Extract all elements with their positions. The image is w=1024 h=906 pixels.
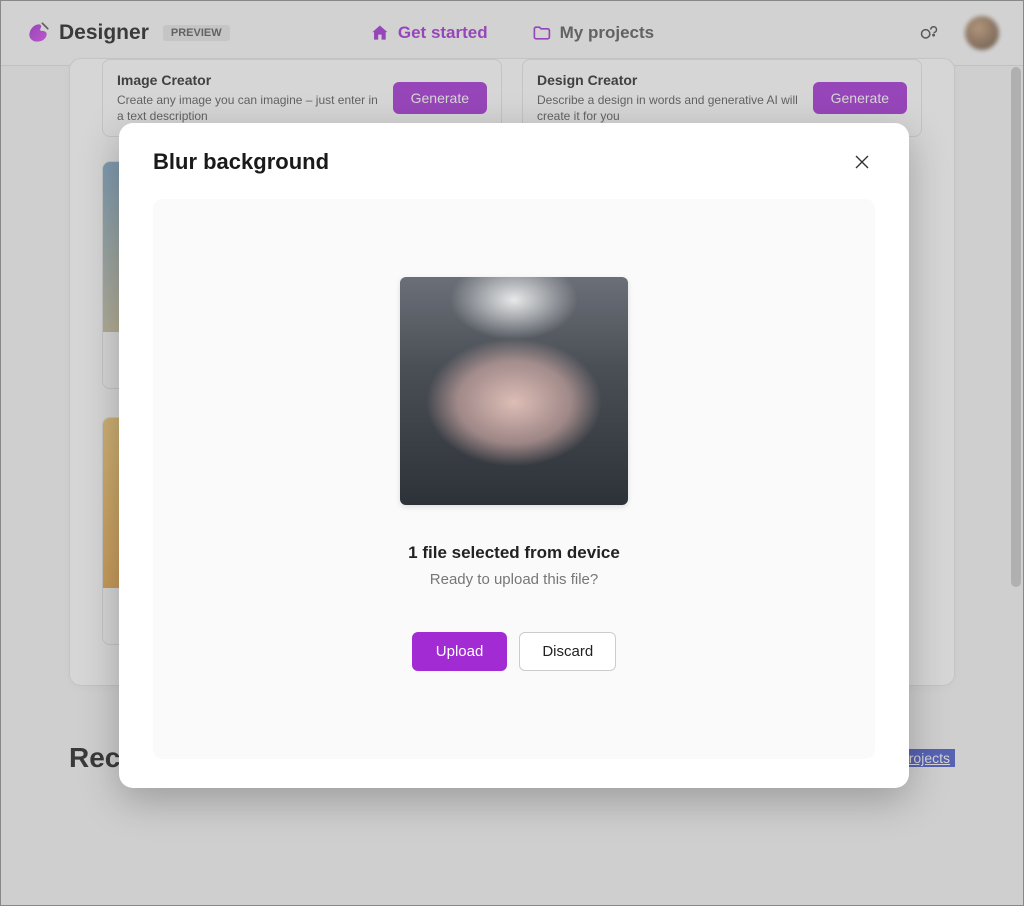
nav-get-started[interactable]: Get started	[370, 23, 488, 43]
designer-logo-icon	[25, 20, 51, 46]
selected-file-preview	[400, 277, 628, 505]
design-creator-generate-button[interactable]: Generate	[813, 82, 907, 114]
modal-header: Blur background	[153, 149, 875, 175]
modal-body: 1 file selected from device Ready to upl…	[153, 199, 875, 759]
nav-my-projects[interactable]: My projects	[532, 23, 654, 43]
header-right	[919, 16, 999, 50]
discard-button[interactable]: Discard	[519, 632, 616, 671]
vertical-scrollbar[interactable]	[1011, 67, 1021, 587]
modal-close-button[interactable]	[849, 149, 875, 175]
design-creator-desc: Describe a design in words and generativ…	[537, 92, 803, 124]
selected-file-text: 1 file selected from device	[408, 543, 620, 563]
modal-actions: Upload Discard	[412, 632, 616, 671]
ready-upload-text: Ready to upload this file?	[430, 571, 598, 588]
app-header: Designer PREVIEW Get started My projects	[1, 1, 1023, 66]
image-creator-desc: Create any image you can imagine – just …	[117, 92, 383, 124]
preview-badge: PREVIEW	[163, 25, 230, 41]
main-nav: Get started My projects	[370, 23, 654, 43]
close-icon	[854, 154, 870, 170]
upload-button[interactable]: Upload	[412, 632, 508, 671]
folder-icon	[532, 23, 552, 43]
image-creator-title: Image Creator	[117, 72, 383, 88]
user-avatar[interactable]	[965, 16, 999, 50]
modal-title: Blur background	[153, 149, 329, 175]
image-creator-generate-button[interactable]: Generate	[393, 82, 487, 114]
design-creator-title: Design Creator	[537, 72, 803, 88]
nav-my-projects-label: My projects	[560, 23, 654, 43]
brand-name: Designer	[59, 21, 149, 45]
home-icon	[370, 23, 390, 43]
nav-get-started-label: Get started	[398, 23, 488, 43]
feedback-icon[interactable]	[919, 23, 939, 43]
brand: Designer PREVIEW	[25, 20, 230, 46]
blur-background-modal: Blur background 1 file selected from dev…	[119, 123, 909, 788]
